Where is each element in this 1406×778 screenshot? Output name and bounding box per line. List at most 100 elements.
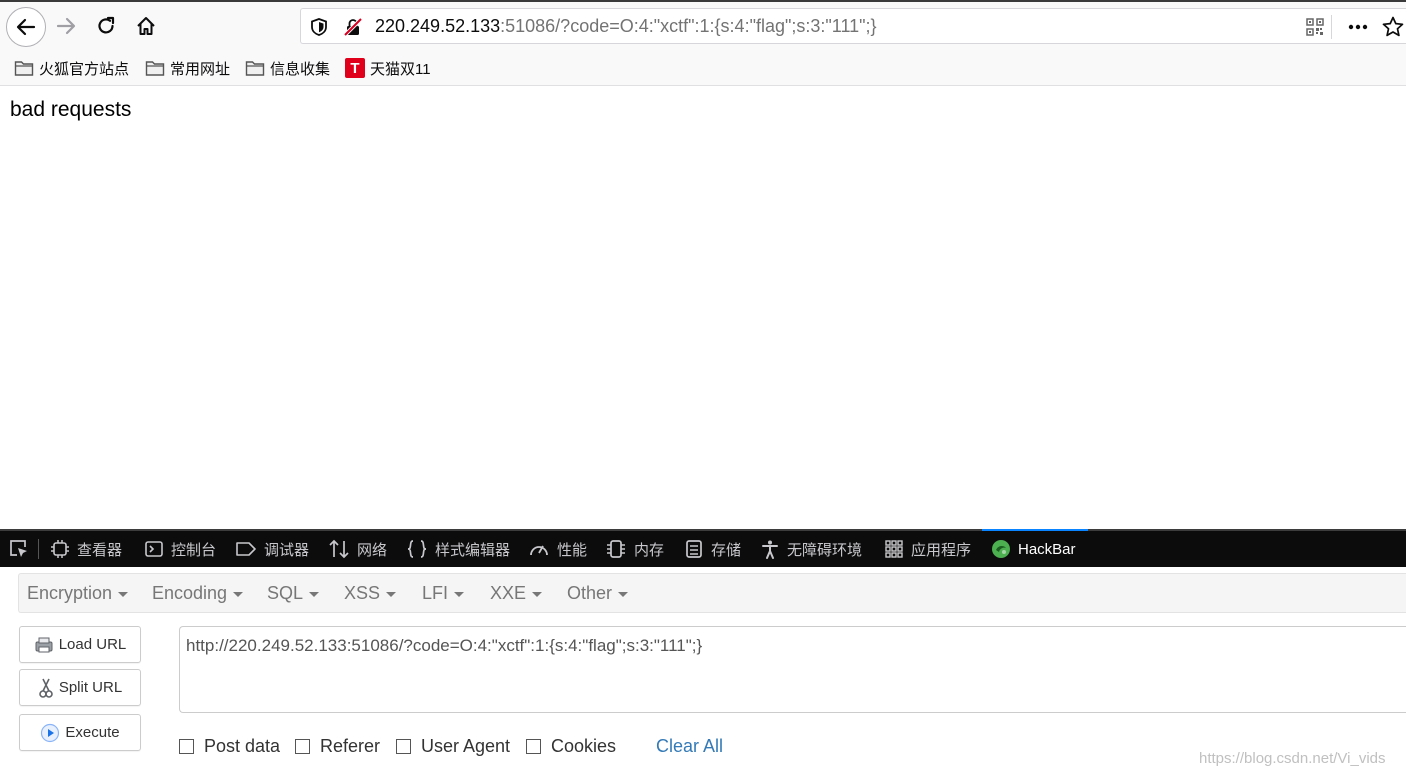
watermark-text: https://blog.csdn.net/Vi_vids [1199, 750, 1386, 767]
menu-lfi[interactable]: LFI [422, 583, 465, 604]
user-agent-checkbox[interactable]: User Agent [396, 736, 510, 757]
insecure-connection-lock-icon[interactable] [343, 17, 363, 37]
execute-label: Execute [65, 724, 120, 741]
bookmark-label: 常用网址 [170, 60, 231, 78]
menu-label: XSS [344, 583, 381, 603]
caret-down-icon [532, 591, 543, 597]
tab-debugger[interactable]: 调试器 [235, 531, 309, 567]
tracking-protection-shield-icon[interactable] [309, 17, 329, 37]
play-icon [41, 723, 60, 742]
bookmarks-toolbar: 火狐官方站点 常用网址 信息收集 T 天猫双11 [0, 52, 1406, 86]
url-path: :51086/?code=O:4:"xctf":1:{s:4:"flag";s:… [500, 16, 877, 36]
clear-all-link[interactable]: Clear All [656, 736, 723, 757]
inspector-icon [51, 540, 69, 558]
performance-icon [530, 545, 548, 556]
menu-sql[interactable]: SQL [267, 583, 320, 604]
tab-storage[interactable]: 存储 [684, 531, 741, 567]
tab-style-editor[interactable]: 样式编辑器 [406, 531, 510, 567]
checkbox-box[interactable] [179, 739, 194, 754]
load-url-icon [35, 637, 53, 652]
forward-button[interactable] [48, 8, 84, 44]
back-button[interactable] [6, 7, 46, 47]
tab-label: 控制台 [171, 541, 217, 559]
tab-label: 样式编辑器 [435, 541, 511, 559]
folder-icon [145, 61, 165, 76]
caret-down-icon [309, 591, 320, 597]
tab-label: 无障碍环境 [787, 541, 863, 559]
tab-label: 存储 [711, 541, 742, 559]
menu-encryption[interactable]: Encryption [27, 583, 129, 604]
menu-label: Encoding [152, 583, 228, 603]
storage-icon [686, 540, 702, 558]
menu-encoding[interactable]: Encoding [152, 583, 244, 604]
hackbar-panel: Encryption Encoding SQL XSS LFI XXE Othe… [0, 567, 1406, 778]
arrow-right-icon [56, 17, 76, 35]
bookmark-label: 天猫双11 [370, 60, 431, 78]
tab-label: 查看器 [77, 541, 123, 559]
hackbar-url-input[interactable]: http://220.249.52.133:51086/?code=O:4:"x… [179, 626, 1406, 713]
menu-xxe[interactable]: XXE [490, 583, 543, 604]
qr-code-icon[interactable] [1305, 17, 1325, 37]
referer-checkbox[interactable]: Referer [295, 736, 380, 757]
checkbox-label: Cookies [551, 736, 617, 756]
tmall-icon: T [345, 58, 365, 78]
menu-xss[interactable]: XSS [344, 583, 397, 604]
bookmark-star-icon[interactable] [1381, 15, 1405, 39]
home-icon [137, 17, 155, 35]
home-button[interactable] [128, 8, 164, 44]
caret-down-icon [118, 591, 129, 597]
menu-label: LFI [422, 583, 449, 603]
tab-application[interactable]: 应用程序 [884, 531, 971, 567]
address-bar[interactable]: 220.249.52.133:51086/?code=O:4:"xctf":1:… [300, 8, 1406, 44]
checkbox-label: Post data [204, 736, 281, 756]
page-actions-more-icon[interactable] [1347, 17, 1369, 37]
split-url-button[interactable]: Split URL [19, 669, 141, 706]
checkbox-label: Referer [320, 736, 381, 756]
caret-down-icon [386, 591, 397, 597]
window-top-edge [0, 0, 1406, 2]
split-url-label: Split URL [58, 679, 123, 696]
tab-label: HackBar [1018, 540, 1076, 558]
tab-label: 应用程序 [911, 541, 972, 559]
tab-network[interactable]: 网络 [328, 531, 387, 567]
url-host: 220.249.52.133 [375, 16, 501, 36]
element-picker-icon [10, 540, 27, 557]
menu-label: Other [567, 583, 613, 603]
load-url-button[interactable]: Load URL [19, 626, 141, 663]
checkbox-box[interactable] [295, 739, 310, 754]
page-message: bad requests [10, 98, 132, 121]
checkbox-label: User Agent [421, 736, 511, 756]
element-picker-button[interactable] [8, 531, 37, 567]
tab-accessibility[interactable]: 无障碍环境 [760, 531, 862, 567]
application-icon [885, 540, 903, 558]
memory-icon [607, 540, 625, 558]
execute-button[interactable]: Execute [19, 714, 141, 751]
folder-icon [245, 61, 265, 76]
tab-performance[interactable]: 性能 [528, 531, 587, 567]
menu-other[interactable]: Other [567, 583, 629, 604]
navigation-toolbar: 220.249.52.133:51086/?code=O:4:"xctf":1:… [0, 0, 1406, 52]
cookies-checkbox[interactable]: Cookies [526, 736, 616, 757]
tab-console[interactable]: 控制台 [144, 531, 216, 567]
bookmark-label: 火狐官方站点 [39, 60, 130, 78]
tab-hackbar[interactable]: HackBar [982, 529, 1088, 567]
folder-icon [14, 61, 34, 76]
hackbar-menu-bar: Encryption Encoding SQL XSS LFI XXE Othe… [18, 573, 1406, 613]
tab-inspector[interactable]: 查看器 [50, 531, 122, 567]
menu-label: Encryption [27, 583, 113, 603]
checkbox-box[interactable] [396, 739, 411, 754]
tab-memory[interactable]: 内存 [605, 531, 664, 567]
menu-label: XXE [490, 583, 527, 603]
url-text[interactable]: 220.249.52.133:51086/?code=O:4:"xctf":1:… [375, 16, 877, 37]
checkbox-box[interactable] [526, 739, 541, 754]
post-data-checkbox[interactable]: Post data [179, 736, 280, 757]
bookmark-folder-common-sites[interactable]: 常用网址 [145, 56, 230, 80]
network-icon [329, 539, 349, 559]
tab-label: 网络 [357, 541, 388, 559]
hackbar-icon [992, 540, 1010, 558]
bookmark-folder-info-gathering[interactable]: 信息收集 [245, 56, 330, 80]
reload-button[interactable] [88, 8, 124, 44]
tab-label: 内存 [634, 541, 665, 559]
bookmark-tmall-double-11[interactable]: T 天猫双11 [345, 56, 431, 80]
bookmark-folder-firefox-official[interactable]: 火狐官方站点 [14, 56, 129, 80]
